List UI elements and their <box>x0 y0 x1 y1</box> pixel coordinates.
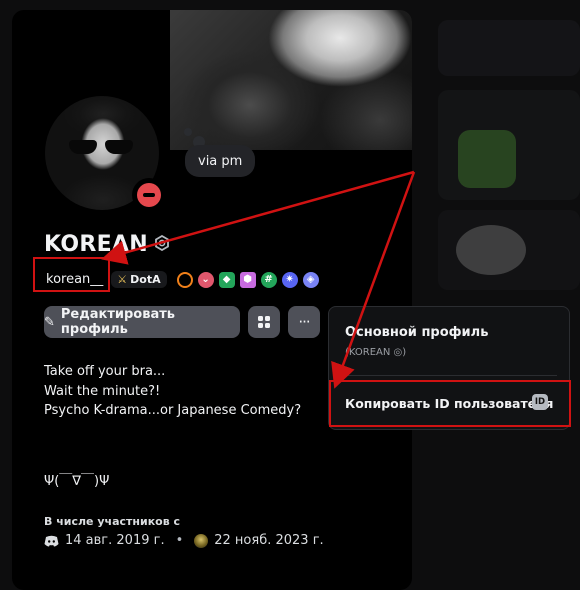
bio: Take off your bra... Wait the minute?! P… <box>44 362 301 421</box>
orange-ring-badge-icon[interactable] <box>176 271 193 288</box>
hashtag-badge-icon[interactable]: # <box>260 271 277 288</box>
member-since-row: 14 авг. 2019 г. • 22 нояб. 2023 г. <box>44 533 324 548</box>
display-name: KOREAN <box>44 232 148 257</box>
pencil-icon: ✎ <box>44 314 55 330</box>
bio-line: Take off your bra... <box>44 364 166 379</box>
annotation-box-username <box>33 257 110 292</box>
profile-banner <box>170 10 412 150</box>
annotation-box-copy-id <box>329 380 571 427</box>
edit-profile-button[interactable]: ✎ Редактировать профиль <box>44 306 240 338</box>
nitro-hexagon-icon[interactable] <box>154 232 170 257</box>
badges-row: ⌄ ◆ ⬢ # ✷ ◈ <box>176 271 319 288</box>
background-grey-ellipse <box>456 225 526 275</box>
thought-dot-small <box>184 128 192 136</box>
sunglasses-shape <box>67 140 137 156</box>
edit-profile-label: Редактировать профиль <box>60 307 175 337</box>
member-since-label: В числе участников с <box>44 515 181 528</box>
more-dots-icon: ··· <box>298 313 310 331</box>
boost-badge-icon[interactable]: ◈ <box>302 271 319 288</box>
gear-badge-icon[interactable]: ✷ <box>281 271 298 288</box>
display-name-row: KOREAN <box>44 232 170 257</box>
code-badge-icon[interactable]: ◆ <box>218 271 235 288</box>
background-green-tile <box>458 130 516 188</box>
bio-kaomoji: Ψ(￣∇￣)Ψ <box>44 474 110 489</box>
server-icon-small <box>194 533 209 548</box>
bio-line: Psycho K-drama...or Japanese Comedy? <box>44 403 302 418</box>
guild-tag[interactable]: ⚔ DotA <box>111 271 167 288</box>
server-profile-button[interactable] <box>248 306 280 338</box>
server-icon <box>258 316 270 328</box>
discord-member-date: 14 авг. 2019 г. <box>65 533 165 548</box>
main-profile-sublabel: (KOREAN ◎) <box>345 347 407 358</box>
background-panel-top <box>438 20 580 76</box>
bio-line: Wait the minute?! <box>44 383 161 399</box>
status-bubble[interactable]: via pm <box>185 145 256 177</box>
profile-card: via pm KOREAN korean__ ⚔ DotA ⌄ ◆ ⬢ # ✷ … <box>12 10 412 590</box>
hex-pink-badge-icon[interactable]: ⬢ <box>239 271 256 288</box>
crossed-swords-icon: ⚔ <box>117 273 128 286</box>
main-profile-item[interactable]: Основной профиль <box>345 325 488 340</box>
server-member-date: 22 нояб. 2023 г. <box>214 533 324 548</box>
heart-badge-icon[interactable]: ⌄ <box>197 271 214 288</box>
menu-divider <box>341 375 557 376</box>
date-separator: • <box>175 533 184 548</box>
discord-icon <box>44 535 59 546</box>
do-not-disturb-icon <box>137 183 161 207</box>
status-indicator <box>132 178 166 212</box>
more-options-button[interactable]: ··· <box>288 306 320 338</box>
guild-tag-label: DotA <box>130 273 161 286</box>
